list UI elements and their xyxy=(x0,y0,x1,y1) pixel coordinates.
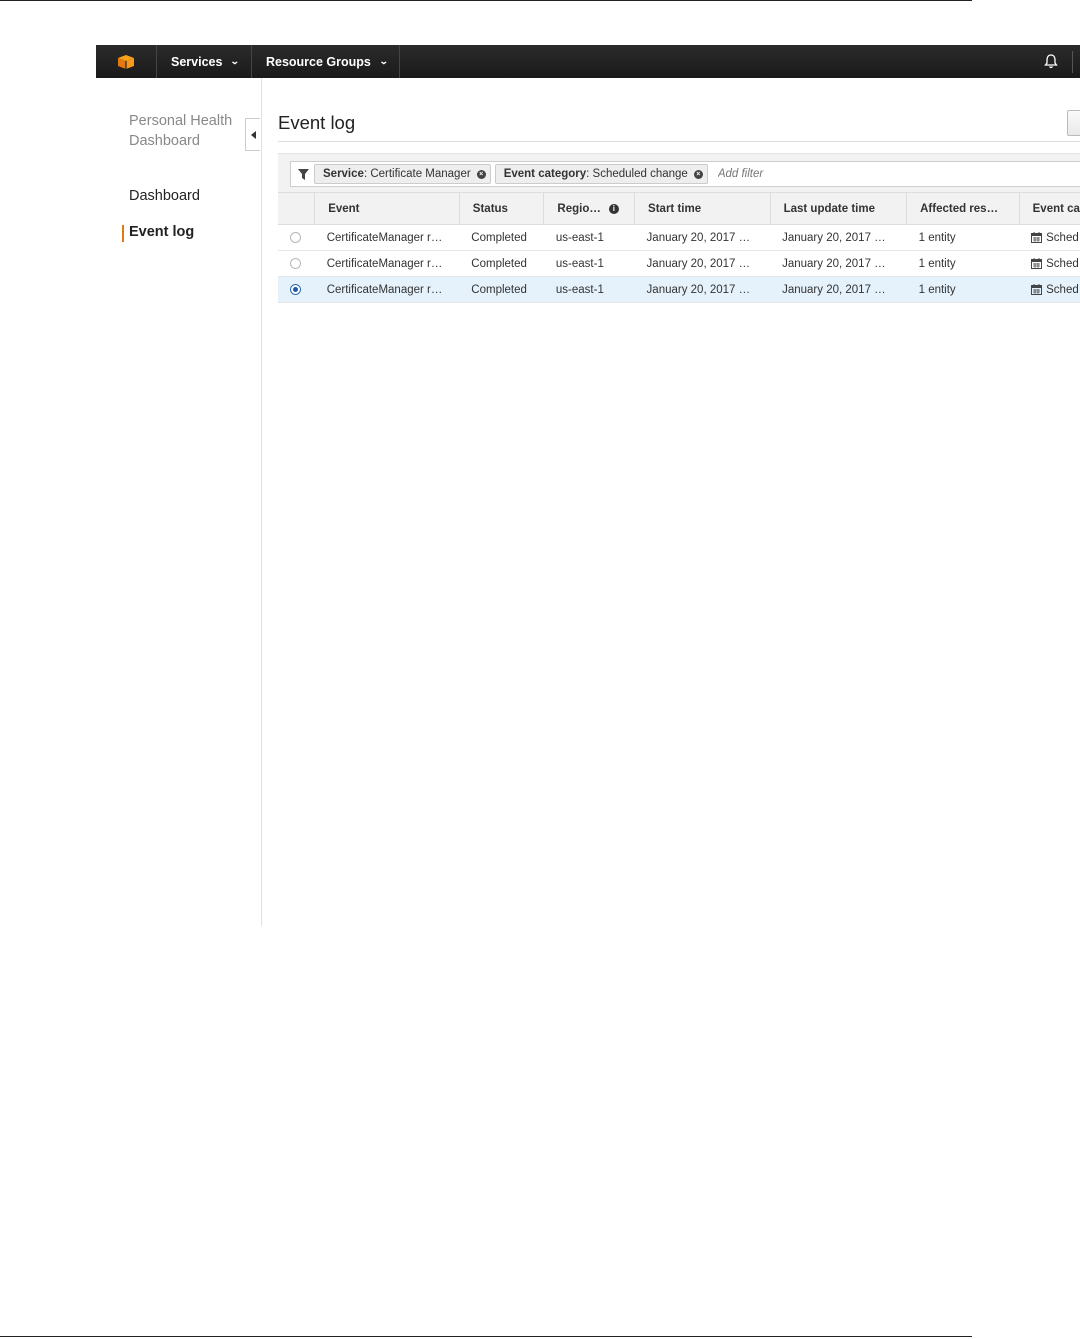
table-row[interactable]: CertificateManager r… Completed us-east-… xyxy=(278,250,1080,277)
column-header-event[interactable]: Event xyxy=(314,192,460,225)
remove-filter-icon[interactable]: × xyxy=(476,169,486,179)
row-radio-button-checked[interactable] xyxy=(290,284,301,295)
column-header-affected-resources[interactable]: Affected res… xyxy=(906,192,1020,225)
calendar-icon xyxy=(1031,257,1043,269)
top-right-action-button[interactable] xyxy=(1067,110,1080,136)
filter-token-value: Certificate Manager xyxy=(370,168,471,180)
table-header-row: Event Status Regio… i Start time Last upd… xyxy=(278,192,1080,225)
chevron-down-icon: ⌄ xyxy=(230,56,241,66)
last-update-time-cell: January 20, 2017 … xyxy=(770,276,907,303)
resource-groups-menu-label: Resource Groups xyxy=(265,54,371,69)
affected-resources-link[interactable]: 1 entity xyxy=(906,276,1020,303)
column-header-region[interactable]: Regio… i xyxy=(543,192,635,225)
table-row[interactable]: CertificateManager r… Completed us-east-… xyxy=(278,224,1080,251)
sidebar: Personal Health Dashboard Dashboard Even… xyxy=(96,78,262,926)
region-cell: us-east-1 xyxy=(543,276,635,303)
filter-token-key: Service xyxy=(323,168,364,180)
column-header-start-time[interactable]: Start time xyxy=(634,192,771,225)
event-name-cell[interactable]: CertificateManager r… xyxy=(314,276,460,303)
start-time-cell: January 20, 2017 … xyxy=(634,276,771,303)
page-title: Event log xyxy=(278,112,356,133)
sidebar-item-event-log[interactable]: Event log xyxy=(121,224,194,242)
affected-resources-link[interactable]: 1 entity xyxy=(906,250,1020,277)
table-row-selected[interactable]: CertificateManager r… Completed us-east-… xyxy=(278,276,1080,303)
start-time-cell: January 20, 2017 … xyxy=(634,224,771,251)
chevron-down-icon: ⌄ xyxy=(378,56,389,66)
region-cell: us-east-1 xyxy=(543,224,635,251)
calendar-icon xyxy=(1031,283,1043,295)
event-name-cell[interactable]: CertificateManager r… xyxy=(314,224,460,251)
event-category-cell: Sched xyxy=(1019,224,1080,251)
filter-token-key: Event category xyxy=(503,168,587,180)
row-select-cell xyxy=(278,224,315,251)
calendar-icon xyxy=(1031,231,1043,243)
row-radio-button[interactable] xyxy=(290,258,301,269)
sidebar-item-dashboard[interactable]: Dashboard xyxy=(129,188,200,204)
filter-token-event-category: Event category: Scheduled change × xyxy=(494,164,708,184)
last-update-time-cell: January 20, 2017 … xyxy=(770,224,907,251)
page-bottom-rule xyxy=(0,1336,972,1337)
nav-divider xyxy=(1072,51,1073,73)
top-navigation-bar: Services ⌄ Resource Groups ⌄ xyxy=(96,45,1080,78)
affected-resources-link[interactable]: 1 entity xyxy=(906,224,1020,251)
filter-bar: Service: Certificate Manager × Event cat… xyxy=(278,153,1080,194)
filter-token-value: Scheduled change xyxy=(592,168,688,180)
column-header-region-label: Regio… xyxy=(557,202,601,215)
title-divider xyxy=(278,141,1080,142)
sidebar-title: Personal Health Dashboard xyxy=(129,113,233,149)
status-cell: Completed xyxy=(459,224,544,251)
row-select-cell xyxy=(278,250,315,277)
row-select-cell xyxy=(278,276,315,303)
aws-logo[interactable] xyxy=(96,45,157,78)
status-cell: Completed xyxy=(459,276,544,303)
add-filter-input[interactable] xyxy=(715,167,920,181)
row-radio-button[interactable] xyxy=(290,232,301,243)
services-menu[interactable]: Services ⌄ xyxy=(157,45,252,78)
start-time-cell: January 20, 2017 … xyxy=(634,250,771,277)
event-category-label: Sched xyxy=(1046,283,1079,296)
sidebar-collapse-button[interactable] xyxy=(245,118,260,151)
event-category-cell: Sched xyxy=(1019,276,1080,303)
page-top-rule xyxy=(0,0,972,1)
bell-icon[interactable] xyxy=(1044,53,1058,69)
filter-token-service: Service: Certificate Manager × xyxy=(314,164,491,184)
caret-left-icon xyxy=(250,130,256,139)
region-cell: us-east-1 xyxy=(543,250,635,277)
cube-icon xyxy=(118,54,134,69)
services-menu-label: Services xyxy=(171,54,223,69)
event-category-label: Sched xyxy=(1046,231,1079,244)
event-table: Event Status Regio… i Start time Last upd… xyxy=(278,192,1080,303)
column-header-event-category[interactable]: Event ca xyxy=(1018,192,1080,225)
column-header-last-update-time[interactable]: Last update time xyxy=(769,192,907,225)
column-header-status[interactable]: Status xyxy=(458,192,544,225)
resource-groups-menu[interactable]: Resource Groups ⌄ xyxy=(252,45,401,78)
last-update-time-cell: January 20, 2017 … xyxy=(770,250,907,277)
event-category-cell: Sched xyxy=(1019,250,1080,277)
filter-icon xyxy=(298,168,309,180)
status-cell: Completed xyxy=(459,250,544,277)
remove-filter-icon[interactable]: × xyxy=(693,169,703,179)
select-column-header xyxy=(278,192,315,225)
event-category-label: Sched xyxy=(1046,257,1079,270)
info-icon[interactable]: i xyxy=(608,203,619,214)
event-name-cell[interactable]: CertificateManager r… xyxy=(314,250,460,277)
filter-input-box[interactable]: Service: Certificate Manager × Event cat… xyxy=(290,161,1080,187)
